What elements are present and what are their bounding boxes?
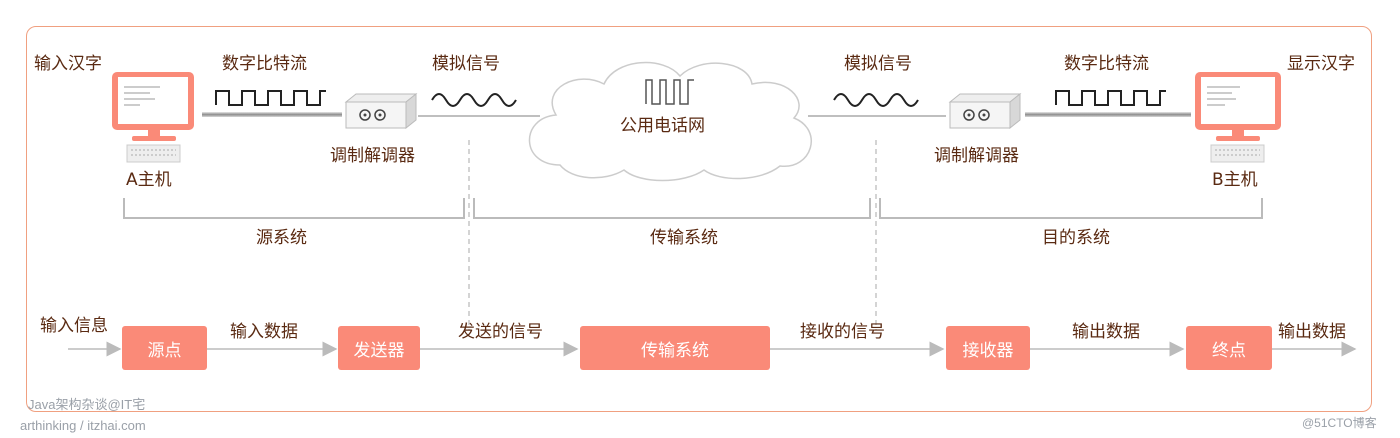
sine-wave-right-icon <box>833 93 919 107</box>
bracket-destination <box>879 198 1263 219</box>
cable-left <box>202 112 342 117</box>
transmission-system-label: 传输系统 <box>650 228 718 248</box>
modem-left-icon <box>344 92 418 130</box>
bracket-transmission <box>473 198 871 219</box>
transmission-node: 传输系统 <box>580 326 770 370</box>
output-data-label-2: 输出数据 <box>1278 322 1346 342</box>
modem-right-label: 调制解调器 <box>934 146 1019 166</box>
bitstream-right-label: 数字比特流 <box>1064 54 1149 74</box>
source-node: 源点 <box>122 326 207 370</box>
bracket-source <box>123 198 465 219</box>
computer-b-icon <box>1195 72 1281 141</box>
received-signal-label: 接收的信号 <box>800 322 885 342</box>
display-hanzi-label: 显示汉字 <box>1287 54 1355 74</box>
sine-wave-left-icon <box>431 93 517 107</box>
transmitter-node: 发送器 <box>338 326 420 370</box>
host-b-label: B主机 <box>1212 170 1258 190</box>
input-hanzi-label: 输入汉字 <box>34 54 102 74</box>
sent-signal-label: 发送的信号 <box>458 322 543 342</box>
modem-right-icon <box>948 92 1022 130</box>
cloud-label: 公用电话网 <box>620 116 705 136</box>
keyboard-b-icon <box>1210 144 1265 163</box>
source-system-label: 源系统 <box>256 228 307 248</box>
square-wave-right-icon <box>1055 90 1166 106</box>
bitstream-left-label: 数字比特流 <box>222 54 307 74</box>
keyboard-a-icon <box>126 144 181 163</box>
analog-left-label: 模拟信号 <box>432 54 500 74</box>
watermark-java: Java架构杂谈@IT宅 <box>28 397 146 412</box>
computer-a-icon <box>112 72 194 141</box>
analog-right-label: 模拟信号 <box>844 54 912 74</box>
receiver-node: 接收器 <box>946 326 1030 370</box>
watermark-itzhai: arthinking / itzhai.com <box>20 418 146 433</box>
input-info-label: 输入信息 <box>40 316 108 336</box>
modem-left-label: 调制解调器 <box>330 146 415 166</box>
output-data-label-1: 输出数据 <box>1072 322 1140 342</box>
input-data-label: 输入数据 <box>230 322 298 342</box>
square-wave-left-icon <box>215 90 326 106</box>
diagram-artwork <box>68 61 1357 357</box>
cable-right <box>1025 112 1191 117</box>
sink-node: 终点 <box>1186 326 1272 370</box>
destination-system-label: 目的系统 <box>1042 228 1110 248</box>
host-a-label: A主机 <box>126 170 172 190</box>
watermark-51cto: @51CTO博客 <box>1302 416 1377 430</box>
